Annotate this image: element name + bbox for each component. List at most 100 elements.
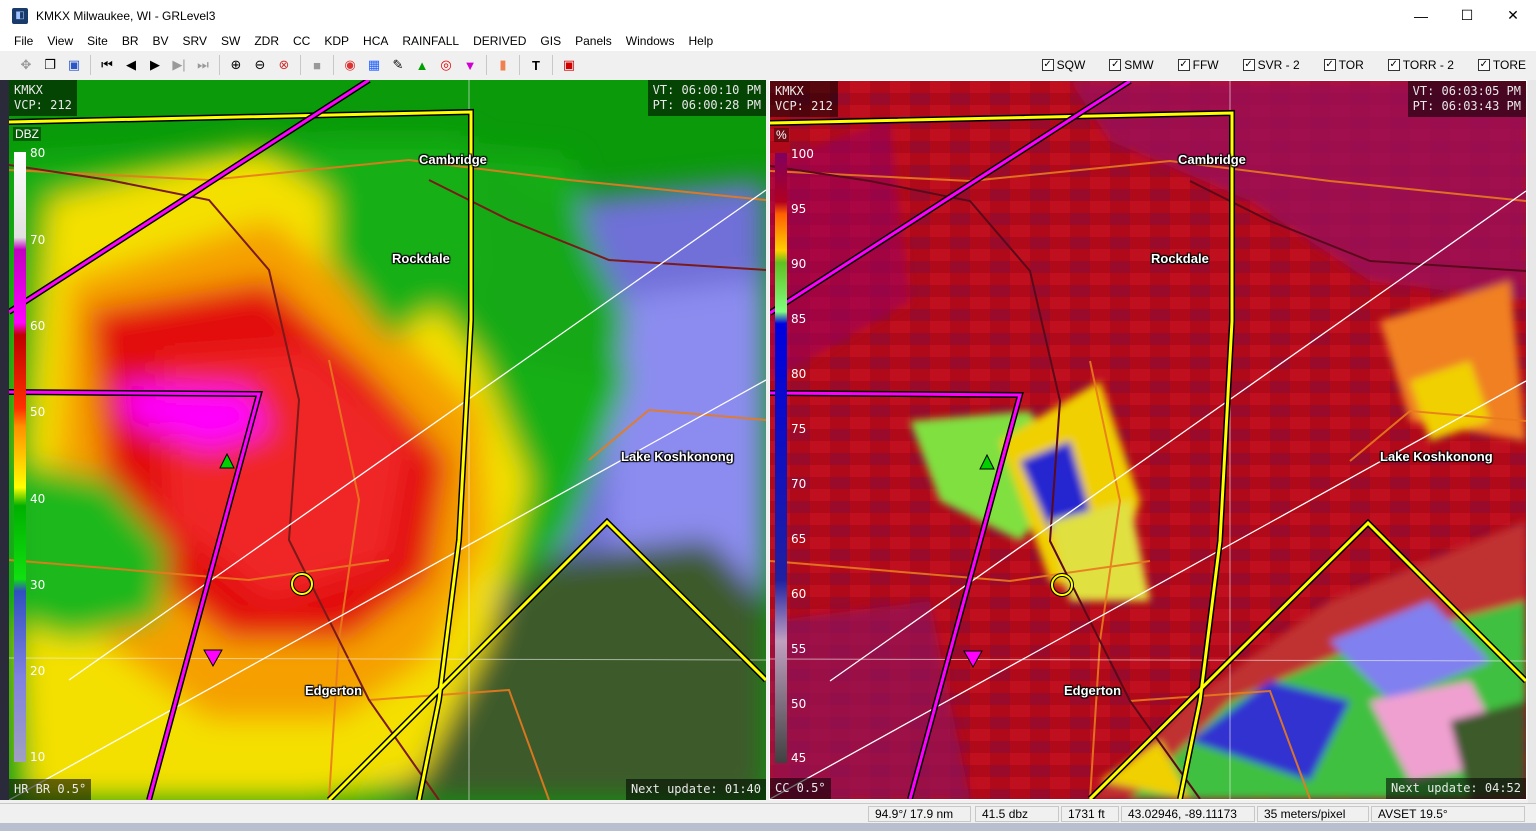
check-icon[interactable]: ✓	[1477, 59, 1490, 71]
toggle-torr[interactable]: ✓ TORR - 2	[1387, 58, 1454, 72]
pointer-icon[interactable]: ✥	[15, 54, 37, 76]
menu-view[interactable]: View	[40, 31, 80, 51]
correlation-color-bar	[775, 153, 787, 763]
scale-label: 70	[30, 233, 46, 247]
menu-kdp[interactable]: KDP	[317, 31, 356, 51]
town-label-edgerton: Edgerton	[1064, 683, 1122, 698]
menu-rainfall[interactable]: RAINFALL	[395, 31, 466, 51]
check-icon[interactable]: ✓	[1323, 59, 1336, 71]
close-button[interactable]: ✕	[1490, 0, 1536, 31]
scale-label: 55	[791, 642, 807, 656]
toggle-tore[interactable]: ✓ TORE	[1477, 58, 1526, 72]
correlation-panel[interactable]: % 100 95 90 85 80 75 70 65 60 55 50 45 C…	[769, 80, 1527, 800]
check-icon[interactable]: ✓	[1177, 59, 1190, 71]
hail-triangle-icon[interactable]: ▲	[411, 54, 433, 76]
check-icon[interactable]: ✓	[1109, 59, 1122, 71]
menu-sw[interactable]: SW	[214, 31, 247, 51]
scale-label: 40	[30, 492, 46, 506]
scale-label: 85	[791, 312, 807, 326]
taskbar-edge	[0, 823, 1536, 831]
prev-frame-icon[interactable]: ◀	[120, 54, 142, 76]
scale-label: 45	[791, 751, 807, 765]
town-label-lake-koshkonong: Lake Koshkonong	[1380, 449, 1493, 464]
text-icon[interactable]: T	[525, 54, 547, 76]
status-azimuth-range: 94.9°/ 17.9 nm	[868, 806, 971, 822]
scale-label: 60	[30, 319, 46, 333]
toggle-tor[interactable]: ✓ TOR	[1323, 58, 1364, 72]
scale-label: 20	[30, 664, 46, 678]
scale-label: 95	[791, 202, 807, 216]
scale-label: 10	[30, 750, 46, 764]
scale-label: 30	[30, 578, 46, 592]
menu-zdr[interactable]: ZDR	[247, 31, 286, 51]
town-label-cambridge: Cambridge	[419, 152, 487, 167]
scale-label: 80	[791, 367, 807, 381]
menu-gis[interactable]: GIS	[533, 31, 568, 51]
menu-srv[interactable]: SRV	[176, 31, 214, 51]
menu-bar: File View Site BR BV SRV SW ZDR CC KDP H…	[0, 31, 1536, 51]
storm-icon[interactable]: ◉	[339, 54, 361, 76]
stop-icon[interactable]: ■	[306, 54, 328, 76]
time-info: VT: 06:00:10 PM PT: 06:00:28 PM	[647, 80, 766, 116]
marker-icon[interactable]: ✎	[387, 54, 409, 76]
check-icon[interactable]: ✓	[1041, 59, 1054, 71]
status-avset: AVSET 19.5°	[1371, 806, 1525, 822]
minimize-button[interactable]: —	[1398, 0, 1444, 31]
tvs-triangle-icon[interactable]: ▼	[459, 54, 481, 76]
next-frame-icon[interactable]: ▶|	[168, 54, 190, 76]
time-info: VT: 06:03:05 PM PT: 06:03:43 PM	[1407, 81, 1526, 117]
meso-circle-icon[interactable]: ◎	[435, 54, 457, 76]
layers-icon[interactable]: ▣	[63, 54, 85, 76]
reflectivity-color-bar	[14, 152, 26, 762]
reflectivity-panel[interactable]: DBZ 80 70 60 50 40 30 20 10 Cambridge Ro…	[9, 80, 766, 800]
town-label-edgerton: Edgerton	[305, 683, 363, 698]
play-icon[interactable]: ▶	[144, 54, 166, 76]
last-frame-icon[interactable]: ⏭	[192, 54, 214, 76]
menu-cc[interactable]: CC	[286, 31, 317, 51]
toggle-ffw[interactable]: ✓ FFW	[1177, 58, 1219, 72]
title-bar: ◧ KMKX Milwaukee, WI - GRLevel3 — ☐ ✕	[0, 0, 1536, 31]
town-label-lake-koshkonong: Lake Koshkonong	[621, 449, 734, 464]
record-icon[interactable]: ▣	[558, 54, 580, 76]
scale-label: 65	[791, 532, 807, 546]
status-coords: 43.02946, -89.11173	[1121, 806, 1255, 822]
maximize-button[interactable]: ☐	[1444, 0, 1490, 31]
zoom-reset-icon[interactable]: ⊗	[273, 54, 295, 76]
next-update: Next update: 01:40	[625, 779, 766, 800]
menu-bv[interactable]: BV	[146, 31, 176, 51]
product-label: CC 0.5°	[770, 778, 831, 799]
scale-label: 100	[791, 147, 814, 161]
menu-file[interactable]: File	[0, 31, 40, 51]
correlation-unit: %	[774, 128, 789, 142]
reflectivity-map[interactable]	[9, 80, 766, 800]
scale-label: 50	[791, 697, 807, 711]
color-table-icon[interactable]: ▮	[492, 54, 514, 76]
reflectivity-unit: DBZ	[13, 127, 41, 141]
radar-image-icon[interactable]: ▦	[363, 54, 385, 76]
zoom-out-icon[interactable]: ⊖	[249, 54, 271, 76]
copy-icon[interactable]: ❐	[39, 54, 61, 76]
menu-panels[interactable]: Panels	[568, 31, 619, 51]
site-info: KMKX VCP: 212	[9, 80, 77, 116]
menu-windows[interactable]: Windows	[619, 31, 682, 51]
window-edge	[1528, 80, 1536, 823]
menu-help[interactable]: Help	[681, 31, 720, 51]
correlation-map[interactable]	[770, 81, 1526, 799]
menu-hca[interactable]: HCA	[356, 31, 395, 51]
menu-br[interactable]: BR	[115, 31, 146, 51]
menu-derived[interactable]: DERIVED	[466, 31, 533, 51]
desktop-background	[0, 80, 9, 800]
status-resolution: 35 meters/pixel	[1257, 806, 1369, 822]
check-icon[interactable]: ✓	[1387, 59, 1400, 71]
scale-label: 90	[791, 257, 807, 271]
scale-label: 75	[791, 422, 807, 436]
zoom-in-icon[interactable]: ⊕	[225, 54, 247, 76]
toggle-smw[interactable]: ✓ SMW	[1109, 58, 1154, 72]
site-info: KMKX VCP: 212	[770, 81, 838, 117]
first-frame-icon[interactable]: ⏮	[96, 54, 118, 76]
menu-site[interactable]: Site	[80, 31, 115, 51]
toggle-svr[interactable]: ✓ SVR - 2	[1242, 58, 1300, 72]
toggle-sqw[interactable]: ✓ SQW	[1041, 58, 1085, 72]
check-icon[interactable]: ✓	[1242, 59, 1255, 71]
status-height: 1731 ft	[1061, 806, 1119, 822]
